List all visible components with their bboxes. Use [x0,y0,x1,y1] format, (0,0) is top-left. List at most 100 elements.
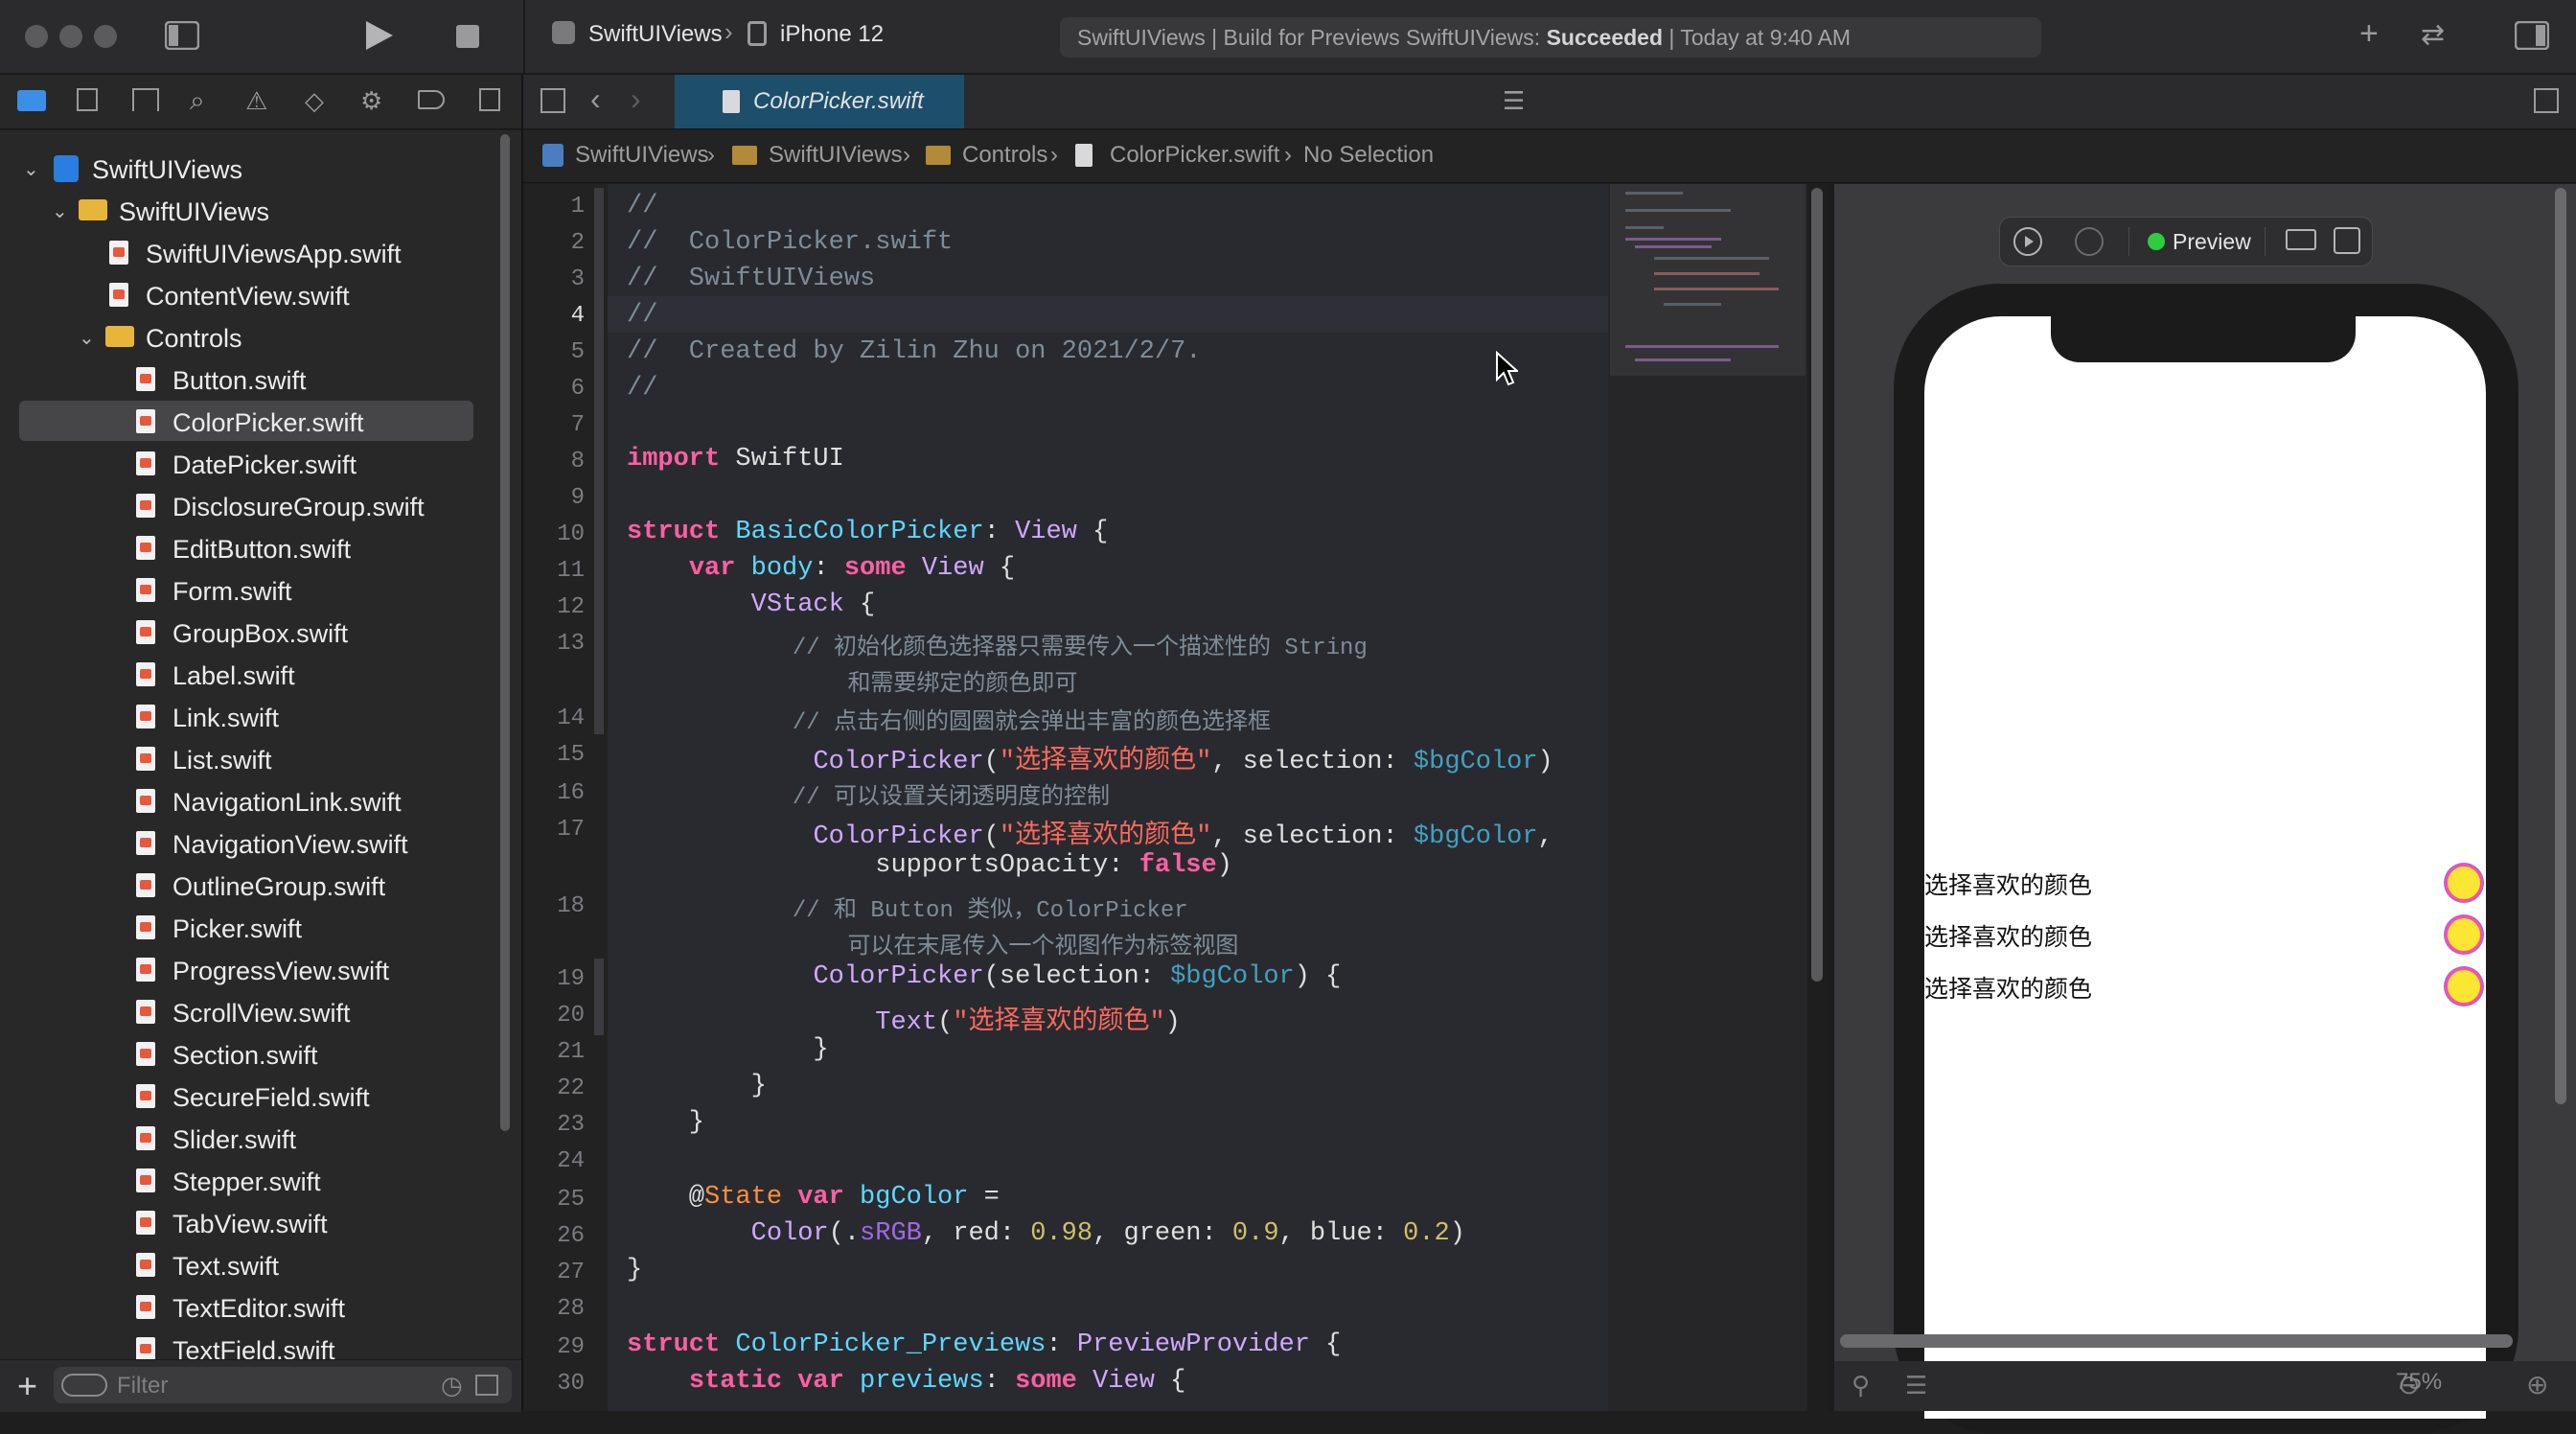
jumpbar-item[interactable]: SwiftUIViews [769,142,903,169]
breakpoint-navigator-icon[interactable] [418,90,445,109]
jumpbar-item[interactable]: No Selection [1303,142,1434,169]
code-fold-ribbon[interactable] [594,188,604,734]
tree-file[interactable]: DatePicker.swift [172,451,356,480]
line-number[interactable]: 24 [523,1148,585,1174]
tree-file[interactable]: Form.swift [172,577,292,607]
jumpbar-item[interactable]: Controls [962,142,1047,169]
code-fold-ribbon[interactable] [594,959,604,1035]
line-number[interactable]: 17 [523,817,585,843]
tree-subgroup[interactable]: Controls [146,324,242,354]
line-number[interactable]: 30 [523,1371,585,1397]
forward-icon[interactable]: › [631,83,641,114]
preview-on-device-icon[interactable] [2075,227,2104,256]
related-items-icon[interactable] [540,88,565,113]
tree-file[interactable]: ProgressView.swift [172,957,389,986]
line-number[interactable]: 7 [523,412,585,438]
line-number[interactable]: 25 [523,1187,585,1213]
color-well[interactable] [2448,970,2480,1003]
jumpbar-item[interactable]: SwiftUIViews [575,142,709,169]
tree-file[interactable]: Slider.swift [172,1125,296,1155]
jumpbar-item[interactable]: ColorPicker.swift [1110,142,1279,169]
zoom-in-icon[interactable]: ⊕ [2526,1369,2548,1400]
back-icon[interactable]: ‹ [590,83,601,114]
tree-file[interactable]: Stepper.swift [172,1168,321,1197]
tree-project[interactable]: SwiftUIViews [92,155,242,185]
scm-filter-icon[interactable] [475,1375,498,1396]
line-number[interactable]: 19 [523,966,585,992]
tree-file[interactable]: ScrollView.swift [172,999,351,1029]
zoom-level[interactable]: 75% [2396,1369,2442,1396]
report-navigator-icon[interactable] [479,88,500,111]
line-number[interactable]: 22 [523,1076,585,1101]
tree-group[interactable]: SwiftUIViews [119,197,269,227]
line-number[interactable]: 29 [523,1334,585,1360]
line-number[interactable]: 26 [523,1223,585,1249]
line-number[interactable]: 11 [523,558,585,584]
line-number[interactable]: 4 [523,303,585,329]
filter-options-icon[interactable] [61,1374,107,1397]
live-preview-icon[interactable] [2013,227,2042,256]
adjust-icon[interactable]: ☰ [1905,1371,1927,1400]
line-number[interactable]: 8 [523,449,585,474]
debug-navigator-icon[interactable]: ⚙ [360,86,382,115]
color-well[interactable] [2448,867,2480,899]
close-window-button[interactable] [25,25,48,48]
line-number[interactable]: 18 [523,893,585,919]
disclosure-chevron-icon[interactable]: ⌄ [52,199,68,223]
tree-file[interactable]: List.swift [172,746,272,775]
editor-options-icon[interactable]: ☰ [1503,86,1525,115]
line-number[interactable]: 12 [523,594,585,620]
tree-file[interactable]: SwiftUIViewsApp.swift [146,240,402,269]
tree-file[interactable]: NavigationView.swift [172,830,408,860]
device-selector[interactable]: iPhone 12 [780,21,884,48]
line-number[interactable]: 1 [523,194,585,220]
scheme-selector[interactable]: SwiftUIViews [588,21,723,48]
tree-file[interactable]: Text.swift [172,1252,279,1282]
add-library-icon[interactable]: + [2359,17,2379,50]
tree-file[interactable]: OutlineGroup.swift [172,872,385,902]
project-navigator-icon[interactable] [17,90,46,111]
line-number[interactable]: 14 [523,705,585,731]
test-navigator-icon[interactable]: ◇ [305,86,324,115]
line-number[interactable]: 13 [523,631,585,657]
code-review-icon[interactable]: ⇄ [2421,21,2445,50]
tree-file[interactable]: GroupBox.swift [172,619,348,649]
inspect-preview-icon[interactable] [2286,229,2316,250]
tree-file[interactable]: Picker.swift [172,914,302,944]
pin-icon[interactable]: ⚲ [1852,1371,1870,1400]
line-number[interactable]: 21 [523,1039,585,1065]
line-number[interactable]: 9 [523,485,585,511]
find-navigator-icon[interactable]: ⌕ [190,86,205,115]
recent-files-icon[interactable]: ◷ [441,1371,463,1400]
editor-scrollbar[interactable] [1811,188,1823,982]
line-number[interactable]: 23 [523,1112,585,1138]
zoom-window-button[interactable] [94,25,117,48]
add-file-icon[interactable]: + [17,1366,37,1406]
canvas-vertical-scrollbar[interactable] [2555,188,2566,1104]
tree-file[interactable]: SecureField.swift [172,1083,370,1113]
symbol-navigator-icon[interactable] [132,88,159,111]
tree-file[interactable]: Label.swift [172,661,295,691]
issue-navigator-icon[interactable]: ⚠ [245,86,267,115]
line-number[interactable]: 5 [523,339,585,365]
line-number[interactable]: 28 [523,1296,585,1322]
tree-file[interactable]: TabView.swift [172,1210,328,1239]
line-number[interactable]: 3 [523,266,585,292]
tree-file[interactable]: ColorPicker.swift [172,408,364,438]
line-number[interactable]: 6 [523,376,585,402]
line-number[interactable]: 20 [523,1003,585,1029]
canvas-horizontal-scrollbar[interactable] [1840,1334,2513,1348]
tree-file[interactable]: Button.swift [172,366,307,396]
source-control-navigator-icon[interactable] [77,88,98,111]
tree-file[interactable]: Section.swift [172,1041,318,1071]
line-number[interactable]: 16 [523,780,585,806]
line-number[interactable]: 27 [523,1260,585,1285]
inspector-toggle-icon[interactable] [2515,21,2549,50]
duplicate-preview-icon[interactable] [2334,227,2360,254]
disclosure-chevron-icon[interactable]: ⌄ [79,326,95,350]
line-number[interactable]: 10 [523,521,585,547]
minimize-window-button[interactable] [59,25,82,48]
filter-field[interactable]: Filter ◷ [54,1367,512,1403]
line-number[interactable]: 2 [523,230,585,256]
tree-file[interactable]: ContentView.swift [146,282,350,312]
